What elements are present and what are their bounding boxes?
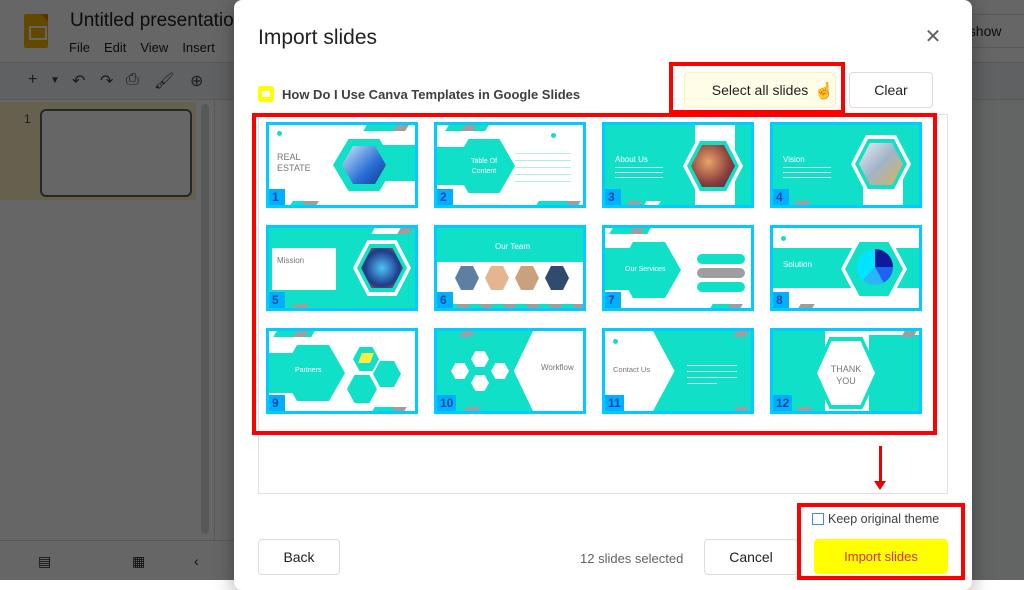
cancel-button[interactable]: Cancel [704, 539, 798, 575]
slide-number: 1 [269, 189, 285, 205]
source-presentation-title: How Do I Use Canva Templates in Google S… [282, 87, 581, 102]
slide-number: 4 [773, 189, 789, 205]
slide-number: 2 [437, 189, 453, 205]
slide-number: 5 [269, 292, 285, 308]
clear-button[interactable]: Clear [849, 72, 933, 108]
keep-theme-label: Keep original theme [828, 512, 940, 526]
slide-number: 11 [605, 395, 624, 411]
slide-number: 10 [437, 395, 457, 411]
down-arrow-annotation [874, 446, 886, 490]
back-button[interactable]: Back [258, 539, 340, 575]
import-slides-button[interactable]: Import slides [814, 539, 948, 574]
slide-number: 7 [605, 292, 621, 308]
selected-count: 12 slides selected [580, 551, 684, 566]
slides-file-icon [258, 86, 274, 102]
keep-theme-checkbox[interactable] [812, 513, 824, 525]
keep-original-theme[interactable]: Keep original theme [812, 512, 939, 526]
hand-cursor-icon: ☝ [814, 83, 834, 100]
dialog-title: Import slides [258, 26, 378, 49]
close-icon[interactable]: ✕ [922, 26, 944, 48]
slide-number: 3 [605, 189, 621, 205]
slide-number: 8 [773, 292, 789, 308]
slide-number: 12 [773, 395, 793, 411]
slides-grid-highlight [252, 113, 937, 435]
slide-number: 9 [269, 395, 285, 411]
import-slides-dialog: Import slides ✕ How Do I Use Canva Templ… [234, 0, 972, 590]
slide-number: 6 [437, 292, 453, 308]
